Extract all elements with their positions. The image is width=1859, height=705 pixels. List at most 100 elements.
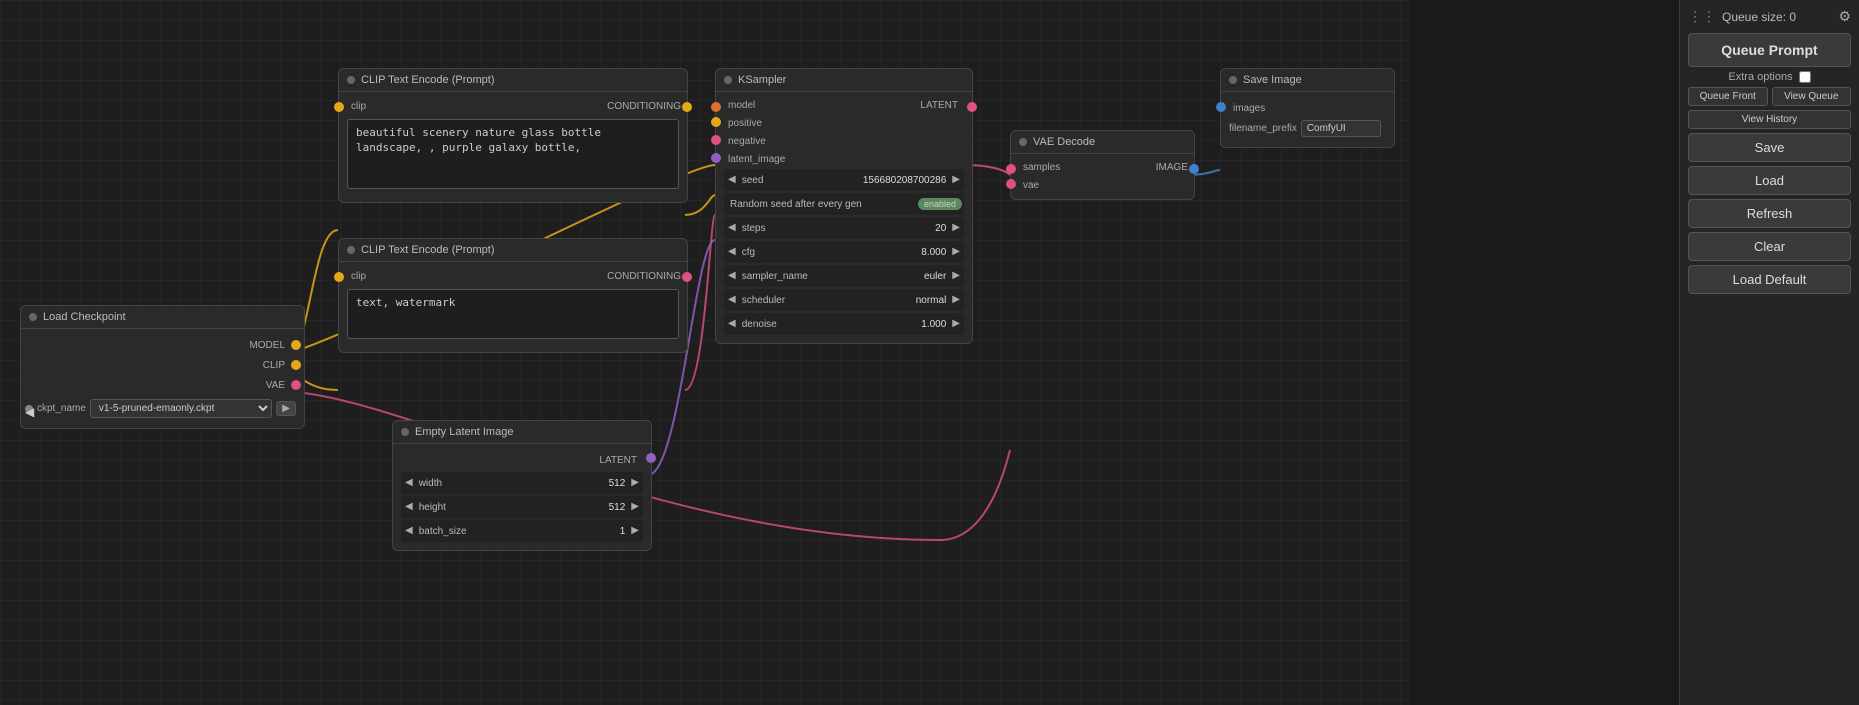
clip-text-positive-node: CLIP Text Encode (Prompt) clip CONDITION…	[338, 68, 688, 203]
canvas[interactable]: Load Checkpoint MODEL CLIP VAE ◀ ckpt_na…	[0, 0, 1410, 705]
clip-text-negative-header: CLIP Text Encode (Prompt)	[339, 239, 687, 262]
view-queue-button[interactable]: View Queue	[1772, 87, 1852, 106]
samples-in-connector[interactable]	[1006, 164, 1016, 174]
scheduler-right-btn[interactable]: ▶	[948, 295, 964, 305]
load-button[interactable]: Load	[1688, 166, 1851, 195]
prefix-input[interactable]	[1301, 120, 1381, 137]
denoise-left-btn[interactable]: ◀	[724, 319, 740, 329]
width-row: ◀ width 512 ▶	[401, 472, 643, 494]
cfg-right-btn[interactable]: ▶	[948, 247, 964, 257]
ckpt-right-arrow[interactable]: ▶	[276, 401, 296, 416]
right-panel: ⋮⋮ Queue size: 0 ⚙ Queue Prompt Extra op…	[1679, 0, 1859, 705]
refresh-button[interactable]: Refresh	[1688, 199, 1851, 228]
height-left-btn[interactable]: ◀	[401, 502, 417, 512]
save-button[interactable]: Save	[1688, 133, 1851, 162]
height-row: ◀ height 512 ▶	[401, 496, 643, 518]
negative-in-connector[interactable]	[711, 135, 721, 145]
denoise-right-btn[interactable]: ▶	[948, 319, 964, 329]
latent-out-connector-ks[interactable]	[967, 102, 977, 112]
node-dot-el	[401, 428, 409, 436]
image-out-connector[interactable]	[1189, 164, 1199, 174]
denoise-label: denoise	[740, 319, 844, 330]
ksampler-body: model LATENT positive negative latent_im…	[716, 92, 972, 343]
height-right-btn[interactable]: ▶	[627, 502, 643, 512]
clip-text-positive-title: CLIP Text Encode (Prompt)	[361, 74, 495, 86]
load-checkpoint-body: MODEL CLIP VAE ◀ ckpt_name v1-5-pruned-e…	[21, 329, 304, 428]
ckpt-left-arrow-icon: ◀	[25, 405, 33, 413]
conditioning-out-connector-neg[interactable]	[682, 272, 692, 282]
view-history-button[interactable]: View History	[1688, 110, 1851, 129]
latent-in-connector[interactable]	[711, 153, 721, 163]
extra-options-label: Extra options	[1728, 71, 1792, 83]
scheduler-label: scheduler	[740, 295, 844, 306]
ckpt-select[interactable]: v1-5-pruned-emaonly.ckpt	[90, 399, 272, 418]
batch-left-btn[interactable]: ◀	[401, 526, 417, 536]
clip-in-connector-neg[interactable]	[334, 272, 344, 282]
scheduler-value: normal	[844, 295, 948, 306]
ckpt-label: ckpt_name	[37, 403, 86, 414]
save-image-title: Save Image	[1243, 74, 1302, 86]
node-dot-save	[1229, 76, 1237, 84]
scheduler-left-btn[interactable]: ◀	[724, 295, 740, 305]
vae-decode-header: VAE Decode	[1011, 131, 1194, 154]
clip-in-connector-pos[interactable]	[334, 102, 344, 112]
latent-out-label-ks: LATENT	[914, 100, 964, 111]
dots-icon: ⋮⋮	[1688, 8, 1716, 25]
random-seed-label: Random seed after every gen	[724, 199, 918, 210]
vae-decode-title: VAE Decode	[1033, 136, 1095, 148]
model-in-connector-ks[interactable]	[711, 102, 721, 112]
seed-right-btn[interactable]: ▶	[948, 175, 964, 185]
scheduler-row: ◀ scheduler normal ▶	[724, 289, 964, 311]
clip-text-negative-title: CLIP Text Encode (Prompt)	[361, 244, 495, 256]
sampler-right-btn[interactable]: ▶	[948, 271, 964, 281]
width-left-btn[interactable]: ◀	[401, 478, 417, 488]
vae-decode-node: VAE Decode samples IMAGE vae	[1010, 130, 1195, 200]
cfg-row: ◀ cfg 8.000 ▶	[724, 241, 964, 263]
batch-right-btn[interactable]: ▶	[627, 526, 643, 536]
clear-button[interactable]: Clear	[1688, 232, 1851, 261]
queue-prompt-button[interactable]: Queue Prompt	[1688, 33, 1851, 67]
queue-front-button[interactable]: Queue Front	[1688, 87, 1768, 106]
clip-text-negative-textarea[interactable]: text, watermark	[347, 289, 679, 339]
steps-left-btn[interactable]: ◀	[724, 223, 740, 233]
latent-out-connector-el[interactable]	[646, 453, 656, 463]
clip-text-positive-textarea[interactable]: beautiful scenery nature glass bottle la…	[347, 119, 679, 189]
random-seed-row: Random seed after every gen enabled	[724, 193, 964, 215]
extra-options-checkbox[interactable]	[1799, 71, 1811, 83]
denoise-value: 1.000	[844, 319, 948, 330]
steps-row: ◀ steps 20 ▶	[724, 217, 964, 239]
sampler-name-label: sampler_name	[740, 271, 844, 282]
model-connector[interactable]	[291, 340, 301, 350]
cfg-label: cfg	[740, 247, 844, 258]
queue-front-view-queue-row: Queue Front View Queue	[1688, 87, 1851, 106]
negative-in-label: negative	[724, 136, 772, 147]
batch-label: batch_size	[417, 526, 522, 537]
settings-gear-icon[interactable]: ⚙	[1838, 8, 1851, 25]
vae-connector[interactable]	[291, 380, 301, 390]
vae-in-label: vae	[1019, 180, 1045, 191]
images-in-connector[interactable]	[1216, 102, 1226, 112]
steps-label: steps	[740, 223, 844, 234]
conditioning-out-connector-pos[interactable]	[682, 102, 692, 112]
empty-latent-header: Empty Latent Image	[393, 421, 651, 444]
positive-in-connector[interactable]	[711, 117, 721, 127]
positive-in-label: positive	[724, 118, 768, 129]
latent-output-row: LATENT	[393, 450, 651, 470]
clip-connector[interactable]	[291, 360, 301, 370]
sampler-left-btn[interactable]: ◀	[724, 271, 740, 281]
batch-value: 1	[522, 526, 627, 537]
load-default-button[interactable]: Load Default	[1688, 265, 1851, 294]
cfg-left-btn[interactable]: ◀	[724, 247, 740, 257]
panel-header: ⋮⋮ Queue size: 0 ⚙	[1688, 8, 1851, 25]
conditioning-out-label-neg: CONDITIONING	[601, 271, 687, 282]
random-seed-toggle[interactable]: enabled	[918, 198, 962, 210]
denoise-row: ◀ denoise 1.000 ▶	[724, 313, 964, 335]
model-label: MODEL	[243, 340, 291, 351]
cfg-value: 8.000	[844, 247, 948, 258]
steps-right-btn[interactable]: ▶	[948, 223, 964, 233]
seed-left-btn[interactable]: ◀	[724, 175, 740, 185]
clip-text-negative-node: CLIP Text Encode (Prompt) clip CONDITION…	[338, 238, 688, 353]
clip-text-positive-body: clip CONDITIONING beautiful scenery natu…	[339, 92, 687, 202]
width-right-btn[interactable]: ▶	[627, 478, 643, 488]
vae-in-connector[interactable]	[1006, 179, 1016, 189]
